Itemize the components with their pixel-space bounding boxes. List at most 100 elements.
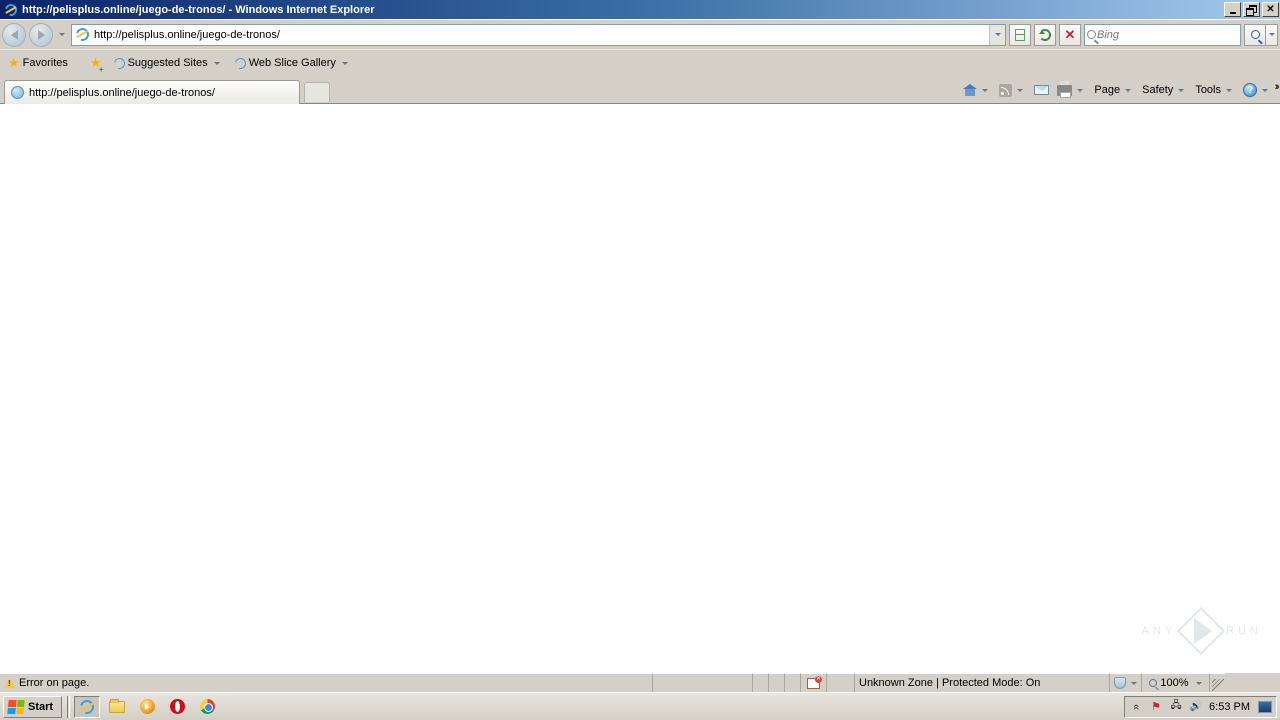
status-message-cell: Error on page.: [0, 673, 652, 692]
protected-mode-indicator[interactable]: [1109, 673, 1141, 692]
refresh-button[interactable]: [1034, 24, 1056, 46]
navigation-toolbar: ✕: [0, 19, 1280, 49]
start-button[interactable]: Start: [3, 696, 62, 718]
star-plus-icon: ★: [90, 55, 102, 71]
search-go-button[interactable]: [1244, 24, 1266, 46]
windows-logo-icon: [7, 700, 24, 714]
arrow-left-icon: [11, 30, 18, 40]
feeds-button[interactable]: [996, 82, 1029, 99]
taskbar-item-chrome[interactable]: [194, 696, 220, 718]
volume-icon[interactable]: [1189, 700, 1203, 714]
ie-icon: [4, 3, 18, 17]
status-empty-cell: [768, 673, 784, 692]
back-button[interactable]: [2, 23, 26, 47]
refresh-icon: [1039, 29, 1051, 41]
chevron-down-icon: [342, 62, 348, 65]
tab-row: http://pelisplus.online/juego-de-tronos/…: [0, 76, 1280, 104]
search-provider-icon[interactable]: [1085, 30, 1097, 39]
page-menu[interactable]: Page: [1091, 82, 1137, 98]
status-empty-cell: [752, 673, 768, 692]
compatibility-view-button[interactable]: [1009, 24, 1031, 46]
taskbar-item-ie[interactable]: [74, 696, 100, 718]
globe-icon: [11, 86, 24, 99]
folder-icon: [109, 701, 125, 713]
rss-icon: [999, 84, 1012, 97]
home-button[interactable]: [960, 82, 994, 98]
page-menu-label: Page: [1094, 84, 1120, 96]
star-icon: ★: [8, 55, 20, 71]
stop-icon: ✕: [1065, 28, 1076, 41]
chrome-icon: [200, 699, 215, 714]
resize-grip[interactable]: [1209, 673, 1225, 692]
search-input[interactable]: [1097, 29, 1240, 41]
address-input[interactable]: [92, 25, 989, 45]
network-icon[interactable]: [1169, 700, 1183, 714]
taskbar-item-opera[interactable]: [164, 696, 190, 718]
mail-icon: [1034, 85, 1049, 95]
taskbar-item-wmp[interactable]: [134, 696, 160, 718]
zoom-icon: [1149, 679, 1157, 687]
taskbar-separator: [67, 696, 70, 718]
address-dropdown-button[interactable]: [989, 25, 1005, 45]
zoom-value: 100%: [1160, 677, 1188, 689]
tools-menu[interactable]: Tools: [1192, 82, 1238, 98]
safety-menu[interactable]: Safety: [1139, 82, 1190, 98]
start-label: Start: [28, 701, 53, 713]
page-content: [0, 104, 1280, 672]
print-icon: [1057, 85, 1072, 96]
search-box[interactable]: [1084, 24, 1241, 46]
safety-menu-label: Safety: [1142, 84, 1173, 96]
recent-pages-dropdown[interactable]: [59, 33, 65, 36]
favorites-button[interactable]: ★ Favorites: [4, 53, 72, 73]
read-mail-button[interactable]: [1031, 83, 1052, 97]
help-icon: ?: [1243, 83, 1257, 97]
security-zone-cell[interactable]: Unknown Zone | Protected Mode: On: [854, 673, 1109, 692]
help-button[interactable]: ?: [1240, 81, 1274, 99]
search-options-dropdown[interactable]: [1266, 24, 1278, 46]
status-bar: Error on page. Unknown Zone | Protected …: [0, 672, 1280, 692]
new-tab-button[interactable]: [304, 82, 330, 102]
tray-expand-button[interactable]: [1129, 700, 1143, 714]
show-desktop-button[interactable]: [1258, 701, 1272, 713]
zoom-control[interactable]: 100%: [1141, 673, 1209, 692]
suggested-sites-link[interactable]: Suggested Sites: [110, 55, 227, 71]
tab-active[interactable]: http://pelisplus.online/juego-de-tronos/: [4, 80, 300, 104]
suggested-sites-label: Suggested Sites: [128, 57, 208, 69]
taskbar-item-explorer[interactable]: [104, 696, 130, 718]
ie-icon: [112, 55, 127, 70]
close-button[interactable]: ✕: [1262, 2, 1279, 17]
tools-menu-label: Tools: [1195, 84, 1221, 96]
stop-button[interactable]: ✕: [1059, 24, 1081, 46]
command-bar: Page Safety Tools ? ››: [960, 79, 1276, 101]
chevron-down-icon: [214, 62, 220, 65]
window-title: http://pelisplus.online/juego-de-tronos/…: [22, 4, 1223, 16]
media-player-icon: [140, 699, 155, 714]
web-slice-gallery-link[interactable]: Web Slice Gallery: [231, 55, 355, 71]
favorites-bar: ★ Favorites ★ Suggested Sites Web Slice …: [0, 49, 1280, 76]
popup-blocked-icon: [807, 678, 820, 689]
status-message: Error on page.: [19, 677, 89, 689]
print-button[interactable]: [1054, 83, 1089, 98]
action-center-icon[interactable]: [1149, 700, 1163, 714]
clock[interactable]: 6:53 PM: [1209, 701, 1252, 713]
status-progress-cell: [652, 673, 752, 692]
favorites-label: Favorites: [23, 57, 68, 69]
tab-title: http://pelisplus.online/juego-de-tronos/: [29, 87, 215, 99]
restore-button[interactable]: [1243, 2, 1260, 17]
compatibility-icon: [1015, 29, 1025, 41]
shield-icon: [1114, 677, 1126, 689]
status-empty-cell: [826, 673, 854, 692]
add-to-favorites-bar-button[interactable]: ★: [86, 53, 106, 73]
ie-icon: [233, 55, 248, 70]
arrow-right-icon: [38, 30, 45, 40]
page-icon: [72, 25, 92, 45]
taskbar: Start 6:53 PM: [0, 692, 1280, 720]
security-zone-text: Unknown Zone | Protected Mode: On: [859, 677, 1040, 689]
popup-blocker-indicator[interactable]: [800, 673, 826, 692]
address-bar[interactable]: [71, 24, 1006, 46]
opera-icon: [170, 699, 185, 714]
status-empty-cell: [784, 673, 800, 692]
warning-icon: [4, 678, 16, 688]
forward-button[interactable]: [29, 23, 53, 47]
minimize-button[interactable]: [1224, 2, 1241, 17]
